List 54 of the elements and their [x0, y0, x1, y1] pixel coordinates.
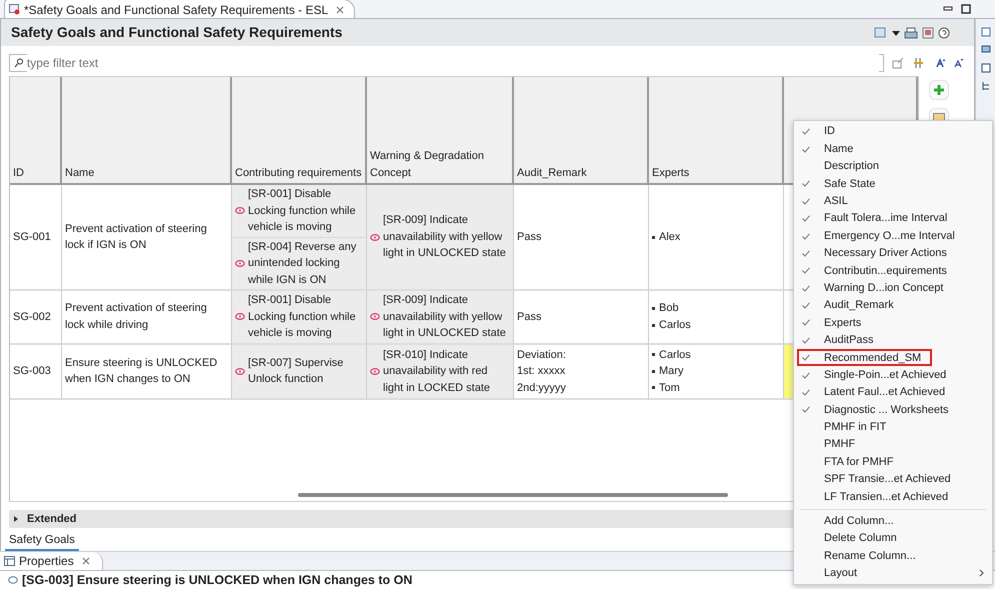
menu-item[interactable]: Recommended_SM [797, 349, 932, 366]
column-header[interactable]: Name [62, 77, 232, 185]
expert-name: Alex [659, 230, 680, 245]
page-title: Safety Goals and Functional Safety Requirements [11, 23, 342, 42]
menu-item[interactable]: FTA for PMHF [794, 453, 992, 471]
table-cell: Prevent activation of steering lock while driving [62, 291, 232, 344]
menu-item[interactable]: ID [794, 123, 992, 140]
column-header[interactable]: Warning & Degradation Concept [367, 77, 514, 185]
expert-name: Mary [659, 364, 684, 379]
table-cell: SG-001 [10, 185, 62, 291]
filter-field[interactable]: type filter text [9, 54, 884, 72]
menu-item[interactable]: LF Transien...et Achieved [794, 488, 992, 506]
menu-item[interactable]: AuditPass [794, 332, 992, 350]
page-tab[interactable]: Safety Goals [5, 532, 79, 552]
table-cell: Ensure steering is UNLOCKED when IGN changes to ON [62, 344, 232, 400]
selection-title: [SG-003] Ensure steering is UNLOCKED when IGN changes to ON [22, 572, 412, 589]
menu-item[interactable]: PMHF [794, 436, 992, 454]
menu-item[interactable]: Experts [794, 314, 992, 332]
expert-name: Carlos [659, 348, 691, 362]
menu-item[interactable]: Delete Column [794, 530, 992, 548]
menu-item[interactable]: Description [794, 158, 992, 176]
menu-item[interactable]: Contributin...equirements [794, 262, 992, 280]
menu-item[interactable]: Layout [794, 564, 992, 582]
menu-item[interactable]: Fault Tolera...ime Interval [794, 210, 992, 228]
menu-item[interactable]: Diagnostic ... Worksheets [794, 401, 992, 419]
editor-tab[interactable]: *Safety Goals and Functional Safety Requirements - ESL [4, 0, 356, 18]
table-cell: Prevent activation of steering lock if IGN is ON [62, 185, 232, 291]
table-cell: Pass [514, 185, 649, 291]
table-cell: SG-003 [10, 344, 62, 400]
properties-tab[interactable]: Properties [0, 552, 103, 570]
menu-item[interactable]: Name [794, 140, 992, 158]
menu-item[interactable]: PMHF in FIT [794, 418, 992, 436]
menu-item[interactable]: Safe State [794, 175, 992, 193]
menu-item[interactable]: Necessary Driver Actions [794, 244, 992, 262]
menu-item[interactable]: Rename Column... [794, 547, 992, 565]
expert-name: Tom [659, 380, 680, 396]
requirement-link[interactable]: [SR-001] Disable Locking function while vehicle is moving [248, 186, 363, 236]
menu-item[interactable]: Warning D...ion Concept [794, 280, 992, 297]
column-header[interactable]: ID [10, 77, 62, 185]
menu-item[interactable]: Latent Faul...et Achieved [794, 384, 992, 402]
column-header[interactable]: Audit_Remark [514, 77, 649, 185]
menu-item[interactable]: ASIL [794, 192, 992, 210]
menu-item[interactable]: SPF Transie...et Achieved [794, 470, 992, 488]
menu-item[interactable]: Single-Poin...et Achieved [794, 366, 992, 384]
menu-item[interactable]: Audit_Remark [794, 296, 992, 314]
table-cell: Deviation: 1st: xxxxx 2nd:yyyyy [514, 344, 649, 400]
expert-name: Carlos [659, 318, 691, 333]
table-cell: Pass [514, 291, 649, 344]
expert-name: Bob [659, 301, 679, 316]
menu-item[interactable]: Emergency O...me Interval [794, 227, 992, 245]
requirement-link[interactable]: [SR-004] Reverse any unintended locking while IGN is ON [248, 238, 363, 288]
table-cell: SG-002 [10, 291, 62, 344]
column-header[interactable]: Experts [649, 77, 784, 185]
column-header[interactable]: Contributing requirements [232, 77, 367, 185]
